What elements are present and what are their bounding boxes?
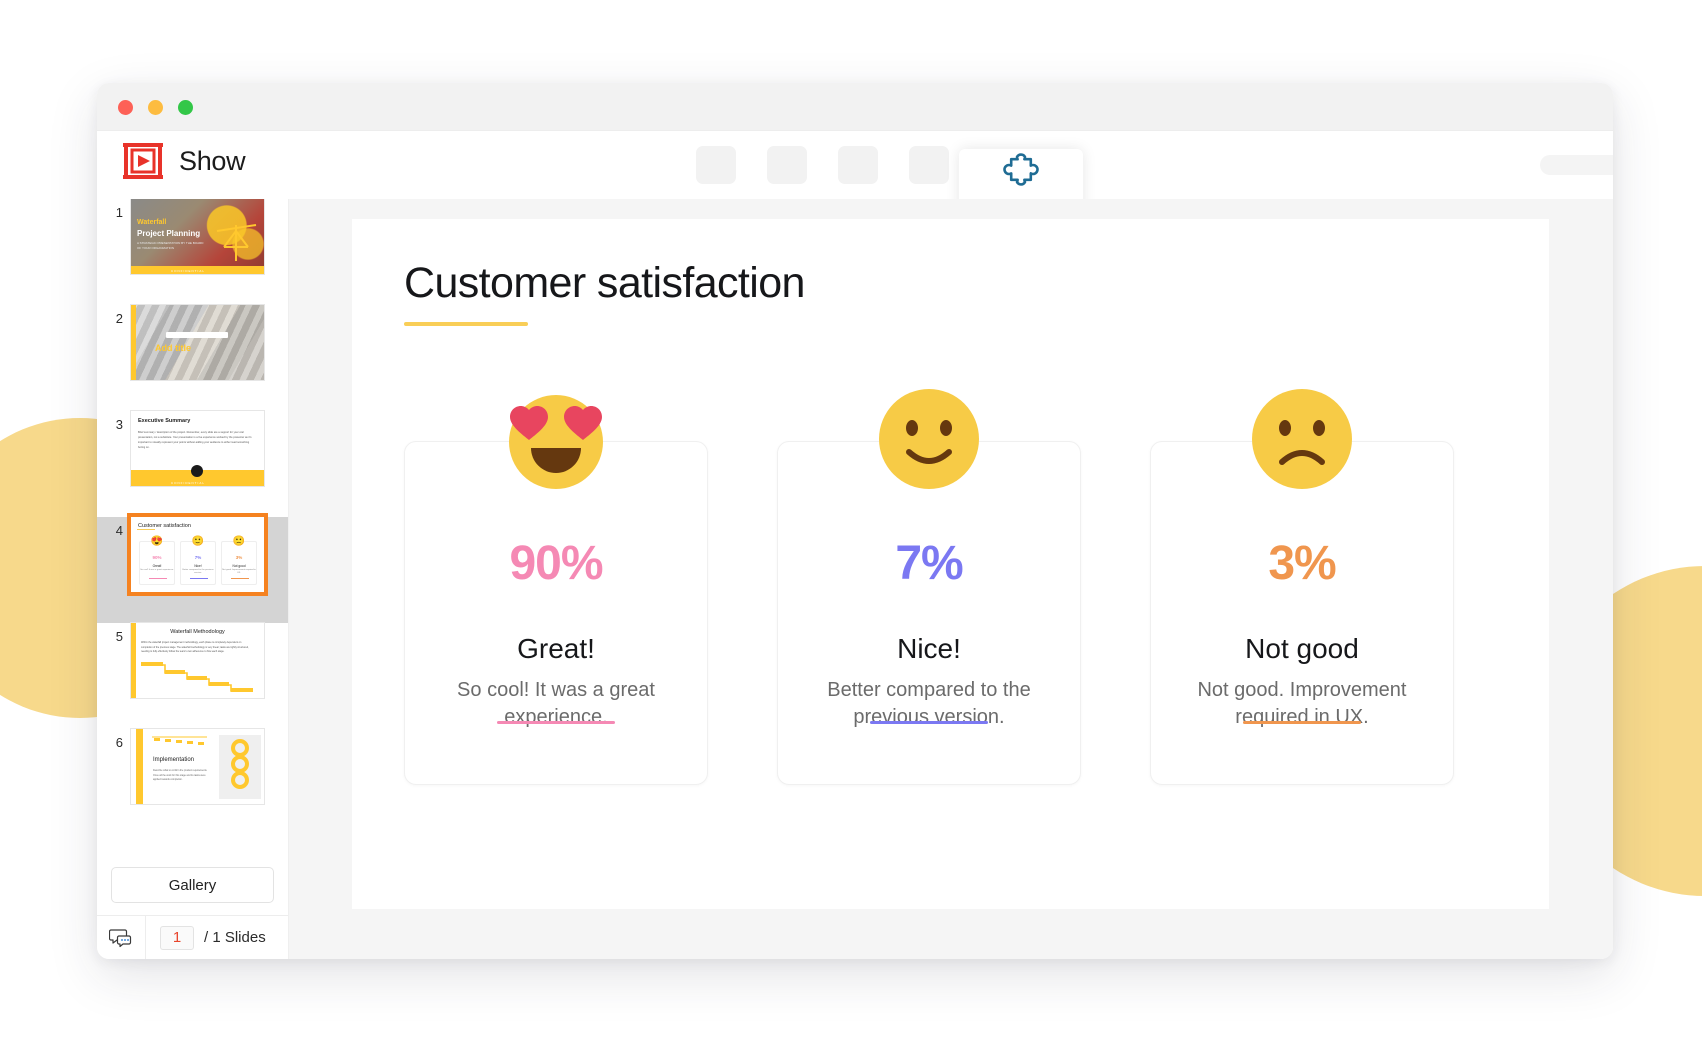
stat-card-not-good[interactable]: 3% Not good Not good. Improvement requir… — [1150, 389, 1454, 785]
app-body: 1 Waterfall Project Planning A STRATEGIC… — [97, 199, 1613, 959]
thumb-title: Implementation — [153, 757, 195, 763]
thumb-title: Executive Summary — [138, 418, 191, 424]
slide-number: 4 — [115, 523, 123, 538]
thumb-footer: CONFIDENTIAL — [171, 269, 206, 273]
close-window-button[interactable] — [118, 100, 133, 115]
slide-canvas[interactable]: Customer satisfaction 90% Great! So cool… — [289, 199, 1613, 959]
status-divider — [145, 915, 146, 959]
slide-count-label: / 1 Slides — [204, 929, 266, 946]
sidebar-statusbar: 1 / 1 Slides — [97, 915, 288, 959]
thumb-title: Waterfall Methodology — [170, 629, 225, 635]
thumb-body: Within the waterfall project management … — [141, 641, 249, 654]
gallery-button[interactable]: Gallery — [111, 867, 274, 903]
maximize-window-button[interactable] — [178, 100, 193, 115]
window-titlebar — [97, 83, 1613, 131]
slide-thumbnail-4[interactable]: 4 Customer satisfaction 😍 90% Great! So … — [97, 517, 288, 623]
slide-thumbnail-3[interactable]: 3 Executive Summary Brief summary / desc… — [97, 411, 288, 517]
brand-name: Show — [179, 145, 246, 176]
screenshot-root: Show Add-On — [0, 0, 1702, 1044]
slide-surface[interactable]: Customer satisfaction 90% Great! So cool… — [352, 219, 1549, 909]
stat-percent: 3% — [1268, 537, 1336, 590]
app-window: Show Add-On — [97, 83, 1613, 959]
title-underline — [404, 322, 528, 326]
slides-list[interactable]: 1 Waterfall Project Planning A STRATEGIC… — [97, 199, 288, 867]
card-accent-rule — [1243, 721, 1361, 724]
comment-bubble-icon[interactable] — [97, 928, 145, 948]
stat-card-great[interactable]: 90% Great! So cool! It was a great exper… — [404, 395, 708, 785]
current-slide-input[interactable]: 1 — [160, 925, 194, 950]
slide-number: 3 — [115, 417, 123, 432]
stat-heading: Great! — [517, 633, 595, 664]
stat-heading: Not good — [1245, 633, 1359, 664]
slide-preview: Waterfall Project Planning A STRATEGIC P… — [131, 199, 264, 274]
page-title[interactable]: Customer satisfaction — [404, 259, 805, 308]
heart-eyes-face-icon — [503, 386, 609, 492]
slide-thumbnail-5[interactable]: 5 Waterfall Methodology Within the water… — [97, 623, 288, 729]
toolbar-button-4[interactable] — [909, 146, 949, 184]
slide-number: 5 — [115, 629, 123, 644]
thumb-title: Project Planning — [137, 229, 201, 238]
slide-preview: Customer satisfaction 😍 90% Great! So co… — [131, 517, 264, 592]
minimize-window-button[interactable] — [148, 100, 163, 115]
slide-number: 2 — [115, 311, 123, 326]
slightly-smiling-face-icon — [876, 386, 982, 492]
thumb-title-accent: Waterfall — [137, 219, 167, 226]
slide-preview: Add title — [131, 305, 264, 380]
slide-number: 6 — [115, 735, 123, 750]
toolbar-button-2[interactable] — [767, 146, 807, 184]
puzzle-piece-icon — [998, 151, 1044, 200]
toolbar-button-1[interactable] — [696, 146, 736, 184]
header-pill-top[interactable] — [1540, 155, 1613, 175]
slide-preview: Executive Summary Brief summary / descri… — [131, 411, 264, 486]
slide-preview: Implementation Describe what to confirm … — [131, 729, 264, 804]
stat-heading: Nice! — [897, 633, 961, 664]
play-logo-icon — [120, 141, 166, 181]
thumb-body: Describe what to confirm the product req… — [153, 769, 208, 782]
gallery-area: Gallery — [97, 867, 288, 911]
slide-number: 1 — [115, 205, 123, 220]
stat-card-nice[interactable]: 7% Nice! Better compared to the previous… — [777, 389, 1081, 785]
toolbar-button-3[interactable] — [838, 146, 878, 184]
thumb-subtitle: A STRATEGIC PRESENTATION BY THE BOARD OF… — [137, 241, 204, 250]
card-accent-rule — [497, 721, 615, 724]
stat-cards: 90% Great! So cool! It was a great exper… — [404, 389, 1494, 785]
frowning-face-icon — [1249, 386, 1355, 492]
stat-percent: 90% — [509, 537, 603, 590]
stat-percent: 7% — [895, 537, 963, 590]
slide-thumbnail-6[interactable]: 6 Implementation Describe what to confir… — [97, 729, 288, 835]
card-accent-rule — [870, 721, 988, 724]
thumb-body: Brief summary / description of the proje… — [138, 431, 252, 449]
thumb-footer: CONFIDENTIAL — [171, 481, 206, 485]
slide-thumbnail-1[interactable]: 1 Waterfall Project Planning A STRATEGIC… — [97, 199, 288, 305]
brand[interactable]: Show — [120, 141, 246, 181]
thumb-title: Add title — [155, 343, 191, 353]
slide-preview: Waterfall Methodology Within the waterfa… — [131, 623, 264, 698]
slides-sidebar: 1 Waterfall Project Planning A STRATEGIC… — [97, 199, 289, 959]
slide-thumbnail-2[interactable]: 2 Add title — [97, 305, 288, 411]
app-header: Show Add-On — [97, 131, 1613, 223]
